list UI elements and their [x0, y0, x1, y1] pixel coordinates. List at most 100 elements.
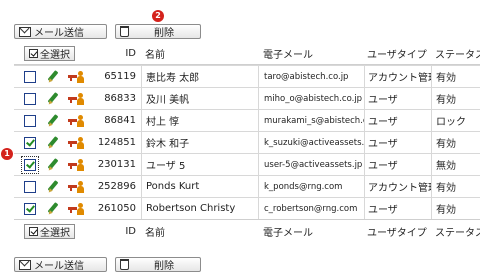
- footer-status[interactable]: ステータス: [431, 220, 480, 242]
- pencil-icon[interactable]: [46, 158, 60, 172]
- cell-status: 有効: [431, 176, 480, 197]
- cell-status: 有効: [431, 132, 480, 153]
- row-checkbox[interactable]: [24, 202, 36, 215]
- pencil-icon[interactable]: [46, 202, 60, 216]
- header-id[interactable]: ID: [96, 43, 136, 64]
- pencil-icon[interactable]: [46, 114, 60, 128]
- select-all-button-bottom[interactable]: 全選択: [24, 223, 75, 239]
- trash-icon: [120, 259, 129, 270]
- cell-email: user-5@activeassets.jp: [258, 154, 364, 175]
- cell-email: k_ponds@rng.com: [258, 176, 364, 197]
- header-name[interactable]: 名前: [141, 43, 258, 64]
- row-checkbox[interactable]: [24, 136, 36, 149]
- row-actions-cell: [14, 154, 96, 175]
- cell-email: taro@abistech.co.jp: [258, 66, 364, 87]
- cell-user-type: ユーザ: [364, 88, 431, 109]
- cell-status: 無効: [431, 154, 480, 175]
- header-status[interactable]: ステータス: [431, 43, 480, 64]
- table-row: 230131 ユーザ 5 user-5@activeassets.jp ユーザ 無効: [14, 153, 480, 175]
- cell-name: ユーザ 5: [141, 154, 258, 175]
- send-mail-button[interactable]: メール送信: [14, 24, 107, 39]
- mail-icon: [19, 26, 31, 37]
- checkbox-icon: [29, 49, 38, 58]
- select-all-label: 全選択: [40, 227, 70, 239]
- delete-button-bottom[interactable]: 削除: [115, 257, 201, 272]
- top-toolbar: メール送信 削除: [14, 24, 201, 39]
- pencil-icon[interactable]: [46, 92, 60, 106]
- cell-status: 有効: [431, 198, 480, 219]
- delete-label: 削除: [154, 261, 174, 272]
- mail-icon: [19, 259, 31, 270]
- pencil-icon[interactable]: [46, 70, 60, 84]
- cell-name: 村上 惇: [141, 110, 258, 131]
- row-actions-cell: [14, 88, 96, 109]
- cell-user-type: ユーザ: [364, 154, 431, 175]
- checkbox-icon: [29, 226, 38, 236]
- table-row: 86833 及川 美帆 miho_o@abistech.co.jp ユーザ 有効: [14, 87, 480, 109]
- send-mail-label: メール送信: [34, 261, 84, 272]
- row-actions-cell: [14, 66, 96, 87]
- row-checkbox[interactable]: [21, 155, 39, 174]
- pencil-icon[interactable]: [46, 180, 60, 194]
- trash-icon: [120, 26, 129, 37]
- row-actions-cell: [14, 132, 96, 153]
- cell-user-type: ユーザ: [364, 132, 431, 153]
- row-checkbox[interactable]: [24, 114, 36, 127]
- row-checkbox[interactable]: [24, 70, 36, 83]
- key-user-icon[interactable]: [68, 114, 84, 128]
- callout-marker-1: 1: [1, 148, 13, 160]
- cell-status: 有効: [431, 66, 480, 87]
- key-user-icon[interactable]: [68, 158, 84, 172]
- cell-email: murakami_s@abistech.co.jp: [258, 110, 364, 131]
- cell-name: 鈴木 和子: [141, 132, 258, 153]
- cell-email: k_suzuki@activeassets.jp: [258, 132, 364, 153]
- footer-user-type[interactable]: ユーザタイプ: [364, 220, 431, 242]
- table-row: 65119 恵比寿 太郎taro@abistech.co.jpアカウント管理者有効: [14, 65, 480, 87]
- bottom-toolbar: メール送信 削除: [14, 257, 201, 272]
- pencil-icon[interactable]: [46, 136, 60, 150]
- table-header-row: 全選択 ID 名前 電子メール ユーザタイプ ステータス: [14, 43, 480, 65]
- send-mail-button-bottom[interactable]: メール送信: [14, 257, 107, 272]
- table-row: 86841 村上 惇murakami_s@abistech.co.jpユーザロック: [14, 109, 480, 131]
- row-checkbox[interactable]: [24, 92, 36, 105]
- cell-status: ロック: [431, 110, 480, 131]
- row-actions-cell: [14, 110, 96, 131]
- select-all-cell-bottom: 全選択: [14, 220, 96, 242]
- footer-id[interactable]: ID: [96, 220, 136, 242]
- row-actions-cell: [14, 198, 96, 219]
- cell-id: 86833: [104, 93, 136, 104]
- key-user-icon[interactable]: [68, 202, 84, 216]
- cell-email: c_robertson@rng.com: [258, 198, 364, 219]
- send-mail-label: メール送信: [34, 28, 84, 39]
- cell-name: 恵比寿 太郎: [141, 66, 258, 87]
- key-user-icon[interactable]: [68, 180, 84, 194]
- key-user-icon[interactable]: [68, 136, 84, 150]
- select-all-label: 全選択: [40, 50, 70, 61]
- cell-user-type: ユーザ: [364, 198, 431, 219]
- cell-name: Robertson Christy: [141, 198, 258, 219]
- cell-user-type: ユーザ: [364, 110, 431, 131]
- select-all-cell: 全選択: [14, 43, 96, 64]
- cell-id: 230131: [97, 159, 136, 170]
- cell-user-type: アカウント管理者: [364, 176, 431, 197]
- footer-email[interactable]: 電子メール: [258, 220, 364, 242]
- cell-user-type: アカウント管理者: [364, 66, 431, 87]
- delete-button[interactable]: 削除: [115, 24, 201, 39]
- key-user-icon[interactable]: [68, 92, 84, 106]
- cell-id: 124851: [97, 137, 136, 148]
- footer-name[interactable]: 名前: [141, 220, 258, 242]
- cell-id: 65119: [104, 71, 136, 82]
- cell-id: 86841: [104, 115, 136, 126]
- delete-label: 削除: [154, 28, 174, 39]
- key-user-icon[interactable]: [68, 70, 84, 84]
- header-email[interactable]: 電子メール: [258, 43, 364, 64]
- cell-name: Ponds Kurt: [141, 176, 258, 197]
- select-all-button[interactable]: 全選択: [24, 46, 75, 61]
- table-row: 261050 Robertson Christy c_robertson@rng.c…: [14, 197, 480, 219]
- table-row: 252896 Ponds Kurtk_ponds@rng.comアカウント管理者有…: [14, 175, 480, 197]
- callout-marker-2: 2: [152, 10, 164, 22]
- header-user-type[interactable]: ユーザタイプ: [364, 43, 431, 64]
- cell-email: miho_o@abistech.co.jp: [258, 88, 364, 109]
- row-actions-cell: [14, 176, 96, 197]
- row-checkbox[interactable]: [24, 180, 36, 193]
